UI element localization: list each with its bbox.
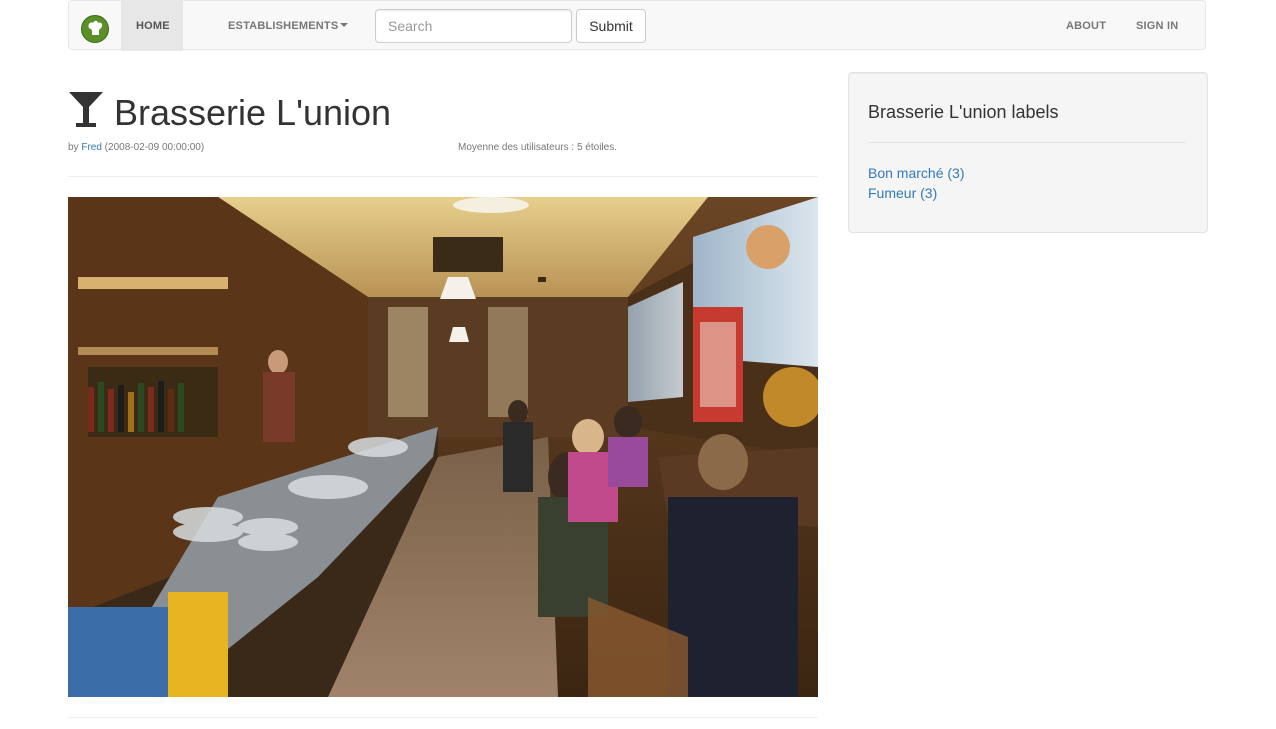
caret-down-icon xyxy=(340,23,349,28)
brand-logo[interactable] xyxy=(81,15,109,43)
cocktail-glass-icon xyxy=(69,92,103,127)
post-date: (2008-02-09 00:00:00) xyxy=(101,142,205,153)
search-input[interactable] xyxy=(375,9,572,43)
label-link-bon-marche[interactable]: Bon marché (3) xyxy=(868,165,964,181)
nav-sign-in-link[interactable]: SIGN IN xyxy=(1136,20,1178,32)
nav-home-tab[interactable]: HOME xyxy=(121,1,183,51)
submit-button[interactable]: Submit xyxy=(576,9,646,43)
labels-panel-divider xyxy=(868,142,1186,143)
brasserie-interior-image xyxy=(68,197,818,697)
divider-top xyxy=(68,176,818,177)
navbar: HOME ESTABLISHEMENTS Submit ABOUT SIGN I… xyxy=(68,0,1206,51)
establishment-photo xyxy=(68,197,818,697)
author-link[interactable]: Fred xyxy=(81,142,102,153)
nav-about-link[interactable]: ABOUT xyxy=(1066,20,1106,32)
by-prefix: by xyxy=(68,142,82,153)
nav-home-label: HOME xyxy=(136,20,170,32)
labels-panel-title: Brasserie L'union labels xyxy=(868,102,1059,122)
label-link-fumeur[interactable]: Fumeur (3) xyxy=(868,185,937,201)
divider-bottom xyxy=(68,717,818,718)
author-line: by Fred (2008-02-09 00:00:00) xyxy=(68,142,204,153)
labels-panel: Brasserie L'union labels Bon marché (3) … xyxy=(848,72,1208,233)
nav-establishments-label: ESTABLISHEMENTS xyxy=(228,20,339,32)
page-title: Brasserie L'union xyxy=(114,92,392,133)
establishment-header: Brasserie L'union xyxy=(68,88,818,138)
chef-hat-icon xyxy=(83,17,107,41)
nav-establishments-dropdown[interactable]: ESTABLISHEMENTS xyxy=(228,20,349,32)
user-rating: Moyenne des utilisateurs : 5 étoiles. xyxy=(458,142,617,153)
